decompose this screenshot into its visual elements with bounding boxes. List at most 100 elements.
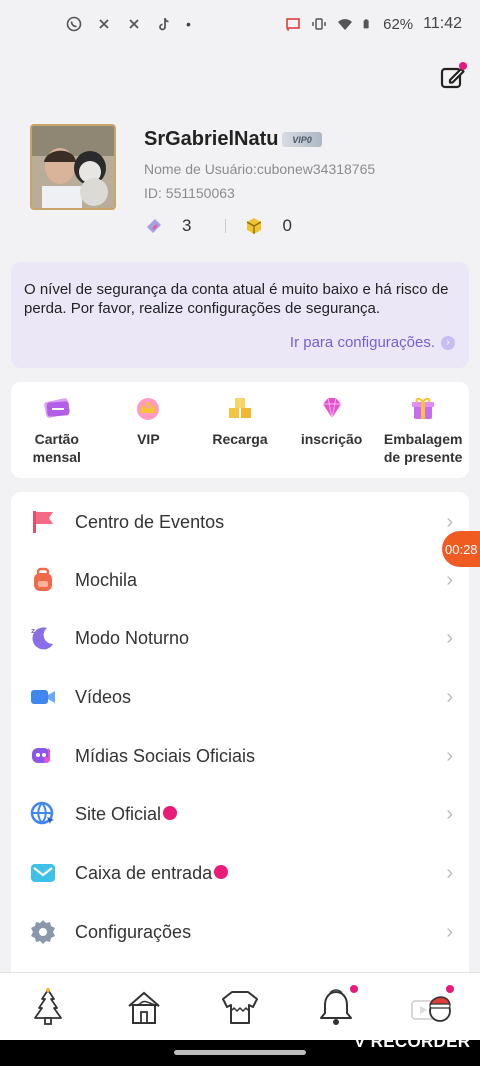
menu-item-settings[interactable]: Configurações › <box>11 903 469 961</box>
globe-icon <box>30 801 54 825</box>
tab-profile[interactable] <box>408 983 456 1031</box>
chevron-right-icon: › <box>446 920 453 943</box>
shortcut-recharge[interactable]: Recarga <box>197 394 283 478</box>
card-icon <box>43 398 70 418</box>
chevron-right-icon: › <box>441 335 455 350</box>
menu-item-backpack[interactable]: Mochila › <box>11 551 469 609</box>
chevron-right-icon: › <box>446 744 453 767</box>
menu-item-label: Modo Noturno <box>75 627 190 648</box>
menu-item-inbox[interactable]: Caixa de entrada › <box>11 844 469 902</box>
svg-text:z: z <box>31 627 35 635</box>
security-settings-link[interactable]: Ir para configurações. › <box>290 333 455 352</box>
stats-divider <box>225 219 227 233</box>
shortcut-vip[interactable]: VIP <box>105 394 191 478</box>
cast-icon <box>286 18 300 31</box>
status-notifications: • <box>66 16 191 32</box>
more-notifications-dot: • <box>186 16 191 32</box>
menu-item-label: Centro de Eventos <box>75 511 225 532</box>
app-notification-icon <box>99 19 109 29</box>
chevron-right-icon: › <box>446 685 453 708</box>
avatar[interactable] <box>30 124 116 210</box>
floating-timer[interactable]: 00:28 <box>442 531 480 567</box>
wifi-icon <box>338 19 353 30</box>
recorder-watermark: V RECORDER <box>354 1032 471 1051</box>
menu-item-label: Vídeos <box>75 686 132 707</box>
battery-icon <box>363 19 369 29</box>
menu-item-label: Mídias Sociais Oficiais <box>75 745 256 766</box>
ticket-count: 3 <box>182 216 192 235</box>
menu-item-official-site[interactable]: Site Oficial › <box>11 785 469 843</box>
sweater-icon <box>222 990 258 1024</box>
crown-icon <box>137 398 160 420</box>
app-notification-icon <box>129 19 139 29</box>
profile-stats: 3 0 <box>144 216 292 236</box>
menu-item-label: Caixa de entrada <box>75 862 229 884</box>
backpack-icon <box>34 567 52 591</box>
tab-sweater[interactable] <box>216 983 264 1031</box>
security-settings-link-label: Ir para configurações. <box>289 334 435 351</box>
chevron-right-icon: › <box>446 861 453 884</box>
menu-item-videos[interactable]: Vídeos › <box>11 668 469 726</box>
chevron-right-icon: › <box>446 802 453 825</box>
status-system: 62% 11:42 <box>285 15 462 33</box>
chevron-right-icon: › <box>446 510 453 533</box>
shortcut-label: Recarga <box>212 431 268 447</box>
notification-dot <box>446 984 454 993</box>
shortcut-label: VIP <box>137 431 160 447</box>
mail-icon <box>31 864 55 882</box>
clock: 11:42 <box>423 15 462 32</box>
avatar-photo <box>32 126 114 208</box>
tab-notifications[interactable] <box>312 983 360 1031</box>
tiktok-icon <box>159 17 169 31</box>
shortcut-bar: Cartão mensal VIP Recarga inscrição Emba… <box>11 382 469 478</box>
ticket-icon <box>147 219 161 233</box>
gem-icon <box>322 397 341 419</box>
shortcut-monthly-card[interactable]: Cartão mensal <box>14 394 100 478</box>
bell-icon <box>320 988 352 1025</box>
cubes-icon <box>228 398 251 418</box>
menu-list: Centro de Eventos › Mochila › z Modo Not… <box>11 492 469 972</box>
chevron-right-icon: › <box>446 626 453 649</box>
bottom-tab-bar <box>0 972 480 1040</box>
menu-item-text: Site Oficial <box>75 803 162 824</box>
gear-icon <box>31 920 55 944</box>
cube-icon <box>247 218 262 234</box>
vibrate-icon <box>312 18 326 30</box>
flag-icon <box>33 511 53 533</box>
menu-item-label: Mochila <box>75 569 138 590</box>
shortcut-subscription[interactable]: inscrição <box>289 394 375 478</box>
menu-item-event-center[interactable]: Centro de Eventos › <box>11 493 469 551</box>
menu-item-official-social-media[interactable]: Mídias Sociais Oficiais › <box>11 727 469 785</box>
shortcut-label: Embalagem de presente <box>383 431 463 465</box>
profile-username: Nome de Usuário:cubonew34318765 <box>144 161 376 177</box>
profile-card: SrGabrielNatu VIP0 Nome de Usuário:cubon… <box>30 124 460 244</box>
moon-icon: z <box>31 627 53 650</box>
gift-icon <box>412 397 435 419</box>
notification-dot <box>163 806 178 821</box>
cube-count: 0 <box>282 216 292 235</box>
tab-christmas-tree[interactable] <box>24 983 72 1031</box>
security-alert: O nível de segurança da conta atual é mu… <box>11 262 469 368</box>
santa-profile-icon <box>411 995 451 1022</box>
whatsapp-icon <box>66 16 82 32</box>
profile-name: SrGabrielNatu <box>144 128 279 150</box>
battery-percent: 62% <box>383 15 414 33</box>
security-alert-message: O nível de segurança da conta atual é mu… <box>24 281 449 317</box>
home-indicator[interactable] <box>174 1050 306 1055</box>
video-camera-icon <box>31 690 55 704</box>
shortcut-label: Cartão mensal <box>32 431 81 465</box>
status-bar: • 62% 11:42 <box>0 0 480 48</box>
chevron-right-icon: › <box>446 568 453 591</box>
christmas-tree-icon <box>34 987 62 1025</box>
edit-notification-dot <box>459 62 467 70</box>
vip-level-badge[interactable]: VIP0 <box>282 132 322 147</box>
menu-item-night-mode[interactable]: z Modo Noturno › <box>11 609 469 667</box>
tab-house[interactable] <box>120 983 168 1031</box>
notification-dot <box>214 865 229 880</box>
shortcut-label: inscrição <box>300 431 363 447</box>
menu-item-text: Caixa de entrada <box>75 862 213 883</box>
menu-item-label: Configurações <box>75 921 192 942</box>
social-media-icon <box>32 748 50 763</box>
notification-dot <box>350 984 358 993</box>
shortcut-gift-pack[interactable]: Embalagem de presente <box>380 394 466 478</box>
